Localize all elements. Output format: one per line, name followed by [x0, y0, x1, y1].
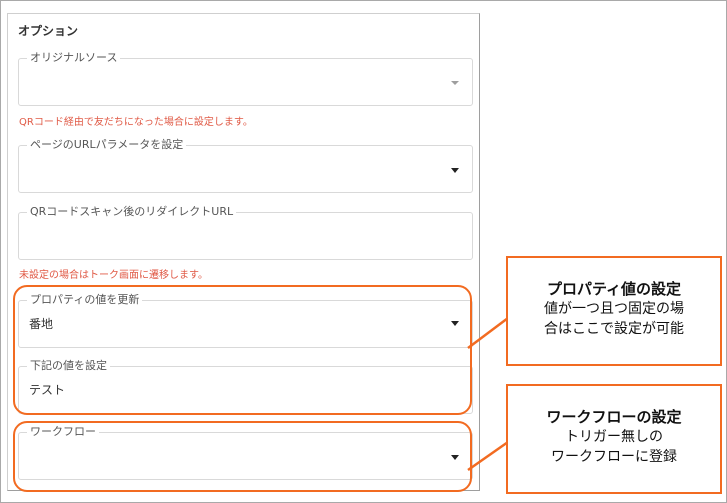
chevron-down-icon: [451, 168, 459, 173]
original-source-hint: QRコード経由で友だちになった場合に設定します。: [19, 117, 253, 128]
property-callout-line2: 合はここで設定が可能: [544, 321, 684, 337]
workflow-highlight-box: [13, 421, 472, 492]
workflow-callout-line2: ワークフローに登録: [551, 449, 677, 465]
section-title: オプション: [18, 24, 79, 38]
property-callout-line1: 値が一つ且つ固定の場: [544, 301, 684, 317]
url-param-select[interactable]: ページのURLパラメータを設定: [18, 138, 473, 193]
redirect-url-input[interactable]: QRコードスキャン後のリダイレクトURL: [18, 205, 473, 260]
redirect-url-label: QRコードスキャン後のリダイレクトURL: [27, 205, 237, 219]
chevron-down-icon: [451, 81, 459, 85]
property-highlight-box: [13, 285, 472, 415]
redirect-url-hint: 未設定の場合はトーク画面に遷移します。: [19, 270, 208, 281]
property-callout: プロパティ値の設定 値が一つ且つ固定の場 合はここで設定が可能: [506, 256, 722, 366]
property-callout-title: プロパティ値の設定: [546, 280, 682, 298]
original-source-label: オリジナルソース: [27, 51, 121, 65]
workflow-callout-title: ワークフローの設定: [546, 408, 682, 426]
url-param-label: ページのURLパラメータを設定: [27, 138, 187, 152]
workflow-callout-line1: トリガー無しの: [565, 429, 663, 445]
original-source-select[interactable]: オリジナルソース: [18, 51, 473, 106]
workflow-callout: ワークフローの設定 トリガー無しの ワークフローに登録: [506, 384, 722, 494]
